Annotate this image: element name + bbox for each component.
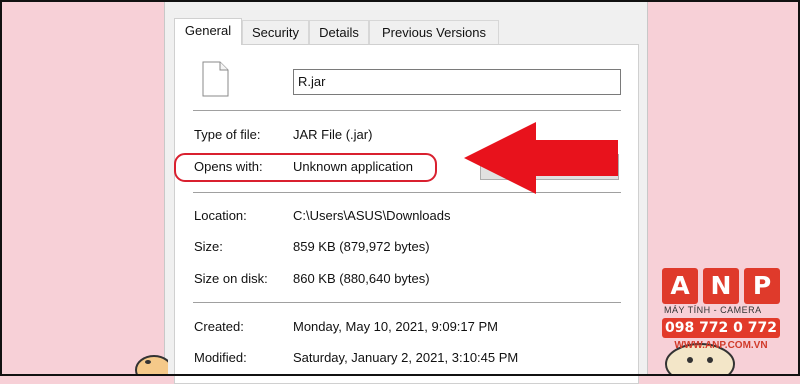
- logo-letter: P: [744, 268, 780, 304]
- logo-letter: A: [662, 268, 698, 304]
- type-of-file-value: JAR File (.jar): [293, 127, 373, 142]
- size-label: Size:: [194, 239, 223, 254]
- logo-letter: N: [703, 268, 739, 304]
- file-icon: [202, 61, 229, 97]
- tab-details[interactable]: Details: [309, 20, 369, 44]
- location-label: Location:: [194, 208, 247, 223]
- created-value: Monday, May 10, 2021, 9:09:17 PM: [293, 319, 498, 334]
- tab-general[interactable]: General: [174, 18, 242, 45]
- general-tab-panel: R.jar Type of file: JAR File (.jar) Open…: [174, 44, 639, 384]
- logo-caption: MÁY TÍNH - CAMERA: [664, 305, 762, 315]
- file-name-input[interactable]: R.jar: [293, 69, 621, 95]
- location-value: C:\Users\ASUS\Downloads: [293, 208, 451, 223]
- modified-label: Modified:: [194, 350, 247, 365]
- size-on-disk-label: Size on disk:: [194, 271, 268, 286]
- tab-security[interactable]: Security: [242, 20, 309, 44]
- red-arrow-icon: [464, 122, 618, 194]
- tab-previous-versions[interactable]: Previous Versions: [369, 20, 499, 44]
- type-of-file-label: Type of file:: [194, 127, 261, 142]
- opens-with-highlight: [174, 153, 437, 182]
- modified-value: Saturday, January 2, 2021, 3:10:45 PM: [293, 350, 519, 365]
- created-label: Created:: [194, 319, 244, 334]
- separator: [193, 110, 621, 111]
- size-value: 859 KB (879,972 bytes): [293, 239, 430, 254]
- separator: [193, 302, 621, 303]
- anp-watermark-logo: A N P MÁY TÍNH - CAMERA 098 772 0 772 WW…: [660, 268, 782, 374]
- logo-phone: 098 772 0 772: [662, 318, 780, 338]
- size-on-disk-value: 860 KB (880,640 bytes): [293, 271, 430, 286]
- logo-website: WWW.ANP.COM.VN: [674, 340, 768, 351]
- mascot-decoration: [135, 355, 168, 376]
